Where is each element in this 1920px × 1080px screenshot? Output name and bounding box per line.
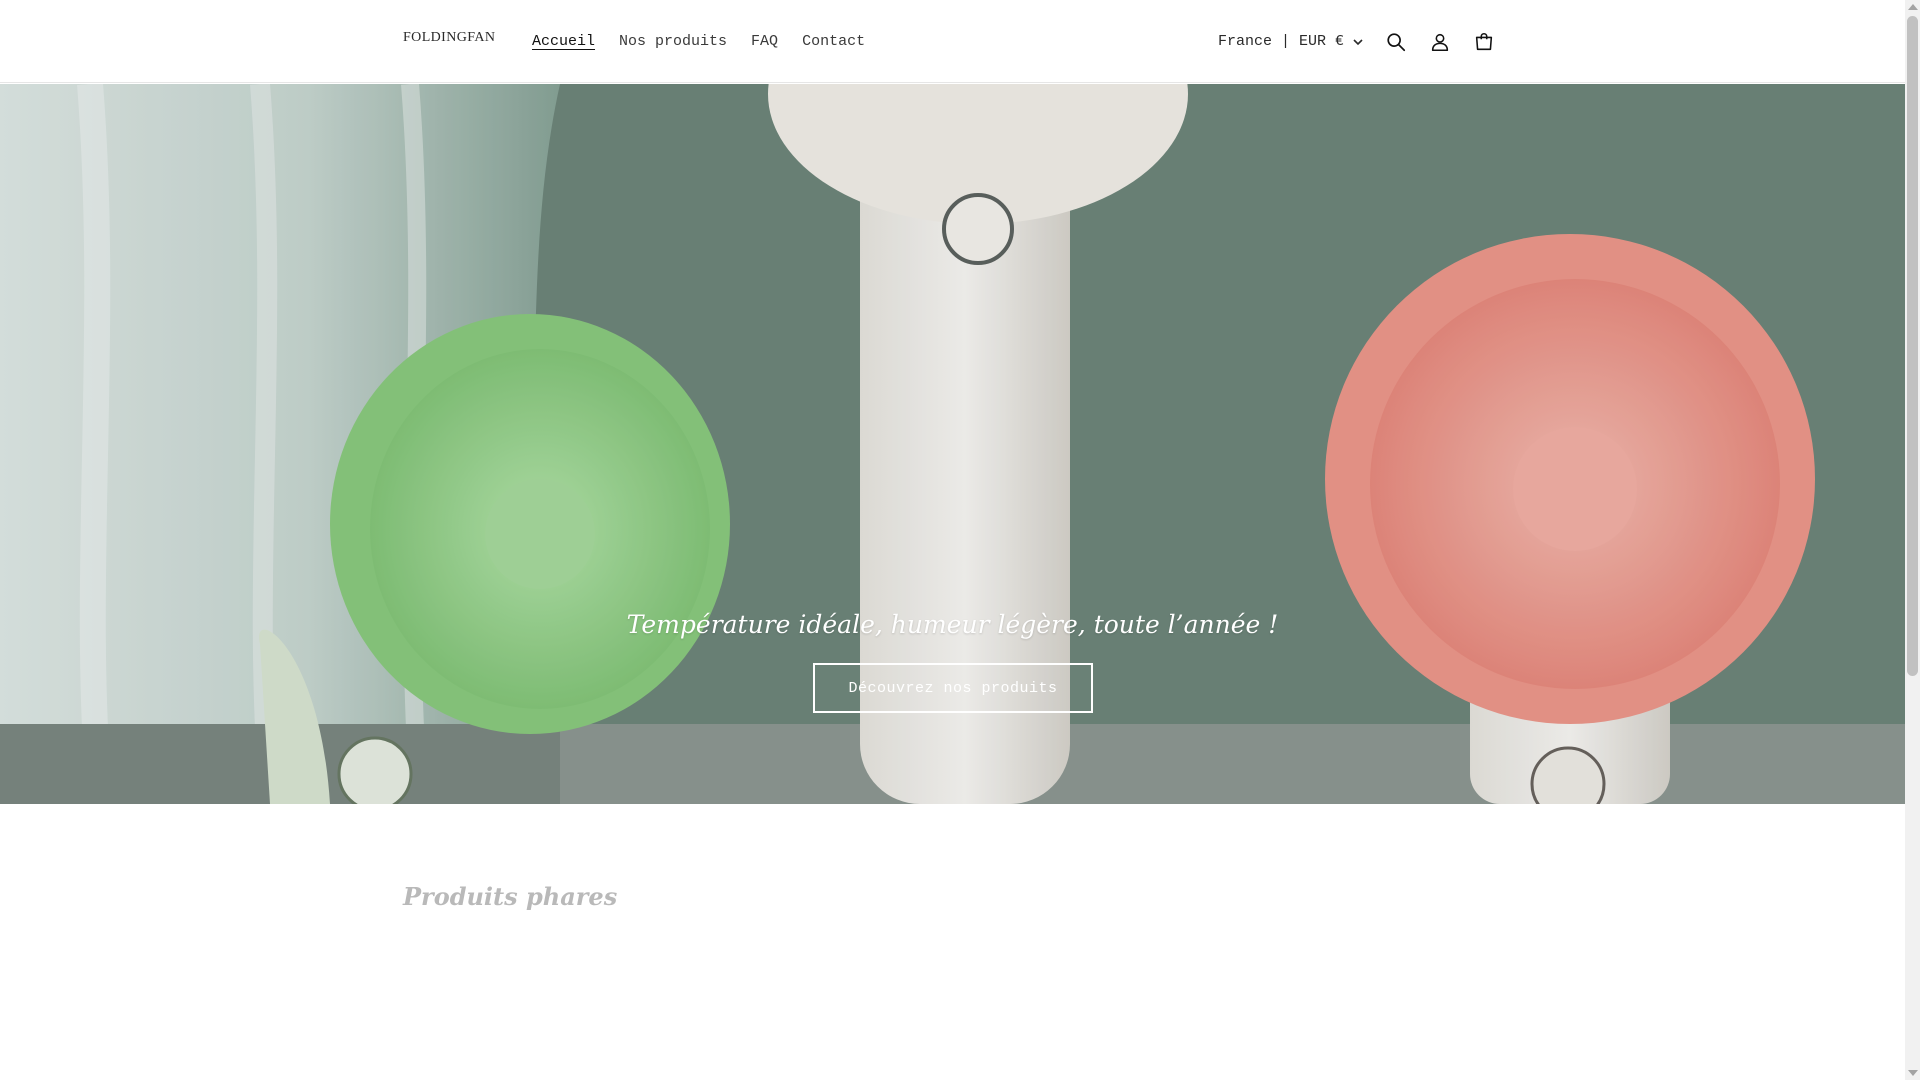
- chevron-down-icon: [1352, 36, 1364, 48]
- featured-products-title: Produits phares: [403, 881, 618, 911]
- country-currency-selector[interactable]: France | EUR €: [1218, 0, 1364, 83]
- page: FOLDINGFAN Accueil Nos produits FAQ Cont…: [0, 0, 1905, 1080]
- scrollbar-thumb[interactable]: [1907, 16, 1918, 676]
- site-header: FOLDINGFAN Accueil Nos produits FAQ Cont…: [0, 0, 1905, 83]
- store-logo[interactable]: FOLDINGFAN: [403, 30, 495, 46]
- scroll-up-arrow-icon[interactable]: [1908, 4, 1918, 10]
- discover-products-button[interactable]: Découvrez nos produits: [813, 663, 1093, 713]
- search-icon[interactable]: [1378, 24, 1414, 60]
- country-currency-label: France | EUR €: [1218, 33, 1345, 50]
- main-nav: Accueil Nos produits FAQ Contact: [520, 0, 877, 83]
- page-scrollbar[interactable]: [1905, 0, 1920, 1080]
- nav-item-contact[interactable]: Contact: [790, 33, 877, 50]
- account-icon[interactable]: [1422, 24, 1458, 60]
- cart-icon[interactable]: [1466, 24, 1502, 60]
- hero-tagline: Température idéale, humeur légère, toute…: [626, 610, 1279, 639]
- nav-item-accueil[interactable]: Accueil: [520, 33, 607, 50]
- nav-item-faq[interactable]: FAQ: [739, 33, 790, 50]
- scroll-down-arrow-icon[interactable]: [1908, 1070, 1918, 1076]
- hero-banner: Température idéale, humeur légère, toute…: [0, 84, 1905, 804]
- nav-item-nos-produits[interactable]: Nos produits: [607, 33, 739, 50]
